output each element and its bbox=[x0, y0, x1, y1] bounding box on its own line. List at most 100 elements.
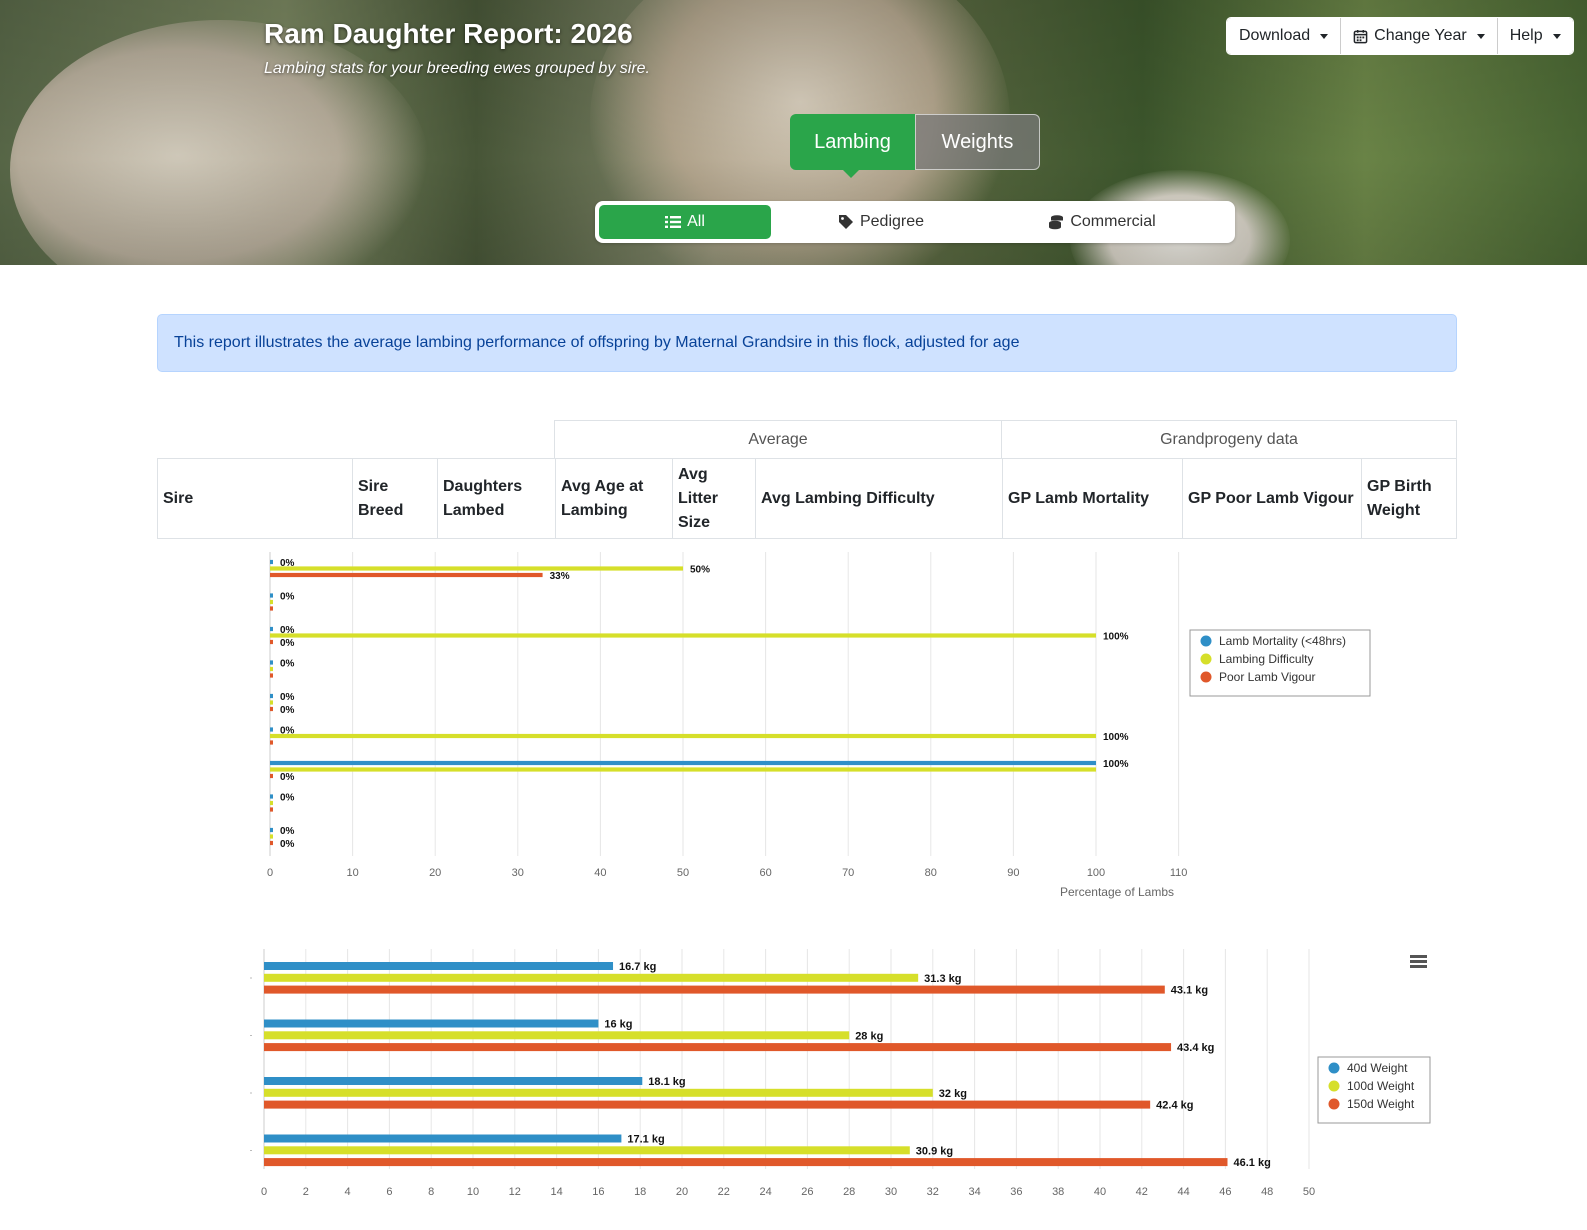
x-axis-title: Percentage of Lambs bbox=[1060, 885, 1174, 899]
filter-all[interactable]: All bbox=[599, 205, 771, 239]
legend-marker bbox=[1200, 671, 1212, 683]
data-label: 32 kg bbox=[939, 1088, 967, 1100]
bar bbox=[270, 693, 273, 699]
x-tick-label: 34 bbox=[968, 1186, 980, 1198]
column-header-label: Sire bbox=[163, 489, 194, 507]
group-header-average: Average bbox=[554, 420, 1002, 458]
bar bbox=[270, 740, 273, 745]
x-tick-label: 0 bbox=[267, 867, 273, 879]
column-header-sire-breed[interactable]: Sire Breed bbox=[352, 459, 437, 538]
bar bbox=[270, 660, 273, 665]
data-label: 16 kg bbox=[604, 1019, 632, 1031]
bar bbox=[264, 1031, 850, 1040]
bar bbox=[264, 1146, 910, 1155]
x-tick-label: 10 bbox=[467, 1186, 479, 1198]
data-label: 0% bbox=[280, 839, 295, 850]
filter-commercial-label: Commercial bbox=[1070, 213, 1156, 230]
column-header-label: GP Birth Weight bbox=[1367, 477, 1432, 519]
x-tick-label: 50 bbox=[1303, 1186, 1315, 1198]
x-tick-label: 70 bbox=[842, 867, 854, 879]
change-year-button[interactable]: Change Year bbox=[1341, 18, 1498, 54]
bar bbox=[270, 593, 273, 598]
chevron-down-icon bbox=[1476, 33, 1485, 39]
x-tick-label: 6 bbox=[386, 1186, 392, 1198]
data-label: 31.3 kg bbox=[924, 973, 961, 985]
x-tick-label: 36 bbox=[1010, 1186, 1022, 1198]
bar bbox=[264, 973, 919, 982]
x-tick-label: 50 bbox=[677, 867, 689, 879]
column-header-sire[interactable]: Sire bbox=[158, 459, 352, 538]
column-header-gp-birth-weight[interactable]: GP Birth Weight bbox=[1361, 459, 1456, 538]
chart-menu-icon[interactable] bbox=[1410, 955, 1427, 968]
data-label: 17.1 kg bbox=[627, 1134, 664, 1146]
data-label: 43.4 kg bbox=[1177, 1042, 1214, 1054]
header-button-group: Download Change Year Help bbox=[1226, 17, 1574, 55]
bar bbox=[270, 834, 273, 839]
column-header-label: Avg Lambing Difficulty bbox=[761, 489, 935, 507]
x-tick-label: 44 bbox=[1177, 1186, 1189, 1198]
bar bbox=[270, 827, 273, 833]
data-label: 30.9 kg bbox=[916, 1145, 953, 1157]
list-icon bbox=[665, 216, 682, 228]
legend-item: Lamb Mortality (<48hrs) bbox=[1219, 634, 1346, 648]
x-tick-label: 48 bbox=[1261, 1186, 1273, 1198]
help-button[interactable]: Help bbox=[1497, 18, 1573, 54]
legend-marker bbox=[1328, 1080, 1340, 1092]
data-label: 42.4 kg bbox=[1156, 1100, 1193, 1112]
bar bbox=[270, 566, 683, 571]
column-header-gp-lamb-mortality[interactable]: GP Lamb Mortality bbox=[1002, 459, 1182, 538]
bar bbox=[264, 1158, 1228, 1167]
filter-commercial[interactable]: Commercial bbox=[991, 205, 1213, 239]
change-year-label: Change Year bbox=[1374, 27, 1467, 44]
data-label: 100% bbox=[1103, 732, 1129, 743]
calendar-icon bbox=[1353, 29, 1368, 43]
bar bbox=[270, 773, 273, 779]
x-tick-label: 20 bbox=[676, 1186, 688, 1198]
x-tick-label: 12 bbox=[509, 1186, 521, 1198]
data-label: 0% bbox=[280, 692, 295, 703]
flock-filter-bar: All Pedigree Commercial bbox=[595, 201, 1235, 243]
data-label: 0% bbox=[280, 625, 295, 636]
column-header-daughters-lambed[interactable]: Daughters Lambed bbox=[437, 459, 555, 538]
tab-lambing-label: Lambing bbox=[814, 130, 891, 153]
x-tick-label: 38 bbox=[1052, 1186, 1064, 1198]
bar bbox=[264, 1134, 622, 1143]
x-tick-label: 46 bbox=[1219, 1186, 1231, 1198]
x-tick-label: 10 bbox=[346, 867, 358, 879]
data-label: 0% bbox=[280, 793, 295, 804]
column-header-gp-poor-lamb-vigour[interactable]: GP Poor Lamb Vigour bbox=[1182, 459, 1361, 538]
tab-weights[interactable]: Weights bbox=[915, 114, 1040, 170]
tab-lambing[interactable]: Lambing bbox=[790, 114, 915, 178]
chart-menu-line bbox=[1410, 965, 1427, 968]
data-label: 43.1 kg bbox=[1171, 985, 1208, 997]
bar bbox=[270, 733, 1096, 739]
lambing-percentage-chart: 0 10 20 30 40 50 60 70 80 90 100 110 Percentage of L… bbox=[267, 552, 1371, 899]
data-label: 50% bbox=[690, 565, 710, 576]
filter-pedigree-label: Pedigree bbox=[859, 213, 925, 230]
bar bbox=[270, 599, 273, 605]
data-label: 0% bbox=[280, 659, 295, 670]
data-label: 100% bbox=[1103, 759, 1129, 770]
bar bbox=[270, 840, 273, 846]
column-header-avg-litter-size[interactable]: Avg Litter Size bbox=[672, 459, 755, 538]
filter-pedigree[interactable]: Pedigree bbox=[771, 205, 991, 239]
help-label: Help bbox=[1509, 27, 1543, 44]
x-tick-label: 100 bbox=[1087, 867, 1105, 879]
data-label: 18.1 kg bbox=[648, 1076, 685, 1088]
group-header-average-label: Average bbox=[748, 430, 808, 448]
bar bbox=[270, 626, 273, 632]
group-header-grandprogeny: Grandprogeny data bbox=[1001, 420, 1457, 458]
download-button[interactable]: Download bbox=[1227, 18, 1342, 54]
bar bbox=[270, 794, 273, 799]
x-tick-label: 22 bbox=[718, 1186, 730, 1198]
column-header-avg-age[interactable]: Avg Age at Lambing bbox=[555, 459, 672, 538]
column-header-label: Sire Breed bbox=[358, 477, 404, 519]
data-label: 16.7 kg bbox=[619, 961, 656, 973]
bar bbox=[270, 673, 273, 678]
tab-weights-label: Weights bbox=[941, 130, 1014, 153]
chart-menu-line bbox=[1410, 955, 1427, 958]
column-header-avg-lambing-difficulty[interactable]: Avg Lambing Difficulty bbox=[755, 459, 1002, 538]
bar bbox=[270, 706, 273, 712]
bar bbox=[270, 767, 1096, 772]
bar bbox=[264, 985, 1165, 994]
